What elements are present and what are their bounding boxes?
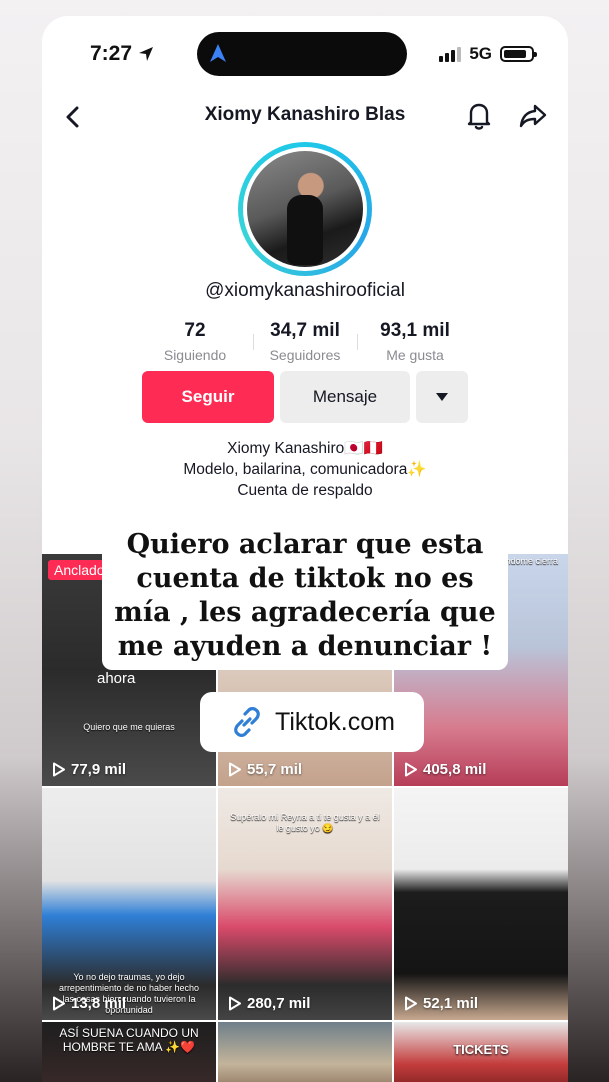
view-count-text: 280,7 mil bbox=[247, 995, 311, 1012]
video-label: ahora bbox=[97, 670, 136, 687]
link-icon bbox=[234, 707, 260, 737]
view-count-text: 52,1 mil bbox=[423, 995, 479, 1012]
stat-divider bbox=[253, 334, 254, 350]
video-caption: ASÍ SUENA CUANDO UN HOMBRE TE AMA ✨❤️ bbox=[59, 1026, 199, 1054]
bio-line-name: Xiomy Kanashiro🇯🇵🇵🇪 bbox=[227, 440, 383, 457]
view-count: 55,7 mil bbox=[228, 761, 302, 778]
status-indicators: 5G bbox=[439, 44, 537, 64]
bell-icon[interactable] bbox=[464, 100, 494, 132]
bio-line-description: Modelo, bailarina, comunicadora✨ bbox=[183, 461, 427, 478]
share-icon[interactable] bbox=[518, 100, 548, 132]
view-count-text: 77,9 mil bbox=[71, 761, 127, 778]
signal-icon bbox=[439, 46, 462, 62]
stat-likes[interactable]: 93,1 mil Me gusta bbox=[365, 320, 465, 363]
caret-down-icon bbox=[436, 393, 448, 401]
stat-divider bbox=[357, 334, 358, 350]
time-text: 7:27 bbox=[90, 42, 133, 65]
video-tile[interactable] bbox=[218, 1022, 392, 1082]
status-time: 7:27 bbox=[90, 42, 154, 66]
more-options-button[interactable] bbox=[416, 371, 468, 423]
avatar-ring[interactable] bbox=[238, 142, 372, 276]
avatar bbox=[247, 151, 363, 267]
view-count: 77,9 mil bbox=[52, 761, 126, 778]
network-label: 5G bbox=[469, 44, 492, 63]
profile-bio: Xiomy Kanashiro🇯🇵🇵🇪 Modelo, bailarina, c… bbox=[42, 438, 568, 501]
follow-button[interactable]: Seguir bbox=[142, 371, 274, 423]
stat-followers[interactable]: 34,7 mil Seguidores bbox=[255, 320, 355, 363]
message-button[interactable]: Mensaje bbox=[280, 371, 410, 423]
dynamic-island bbox=[197, 32, 407, 76]
video-tile[interactable]: Yo no dejo traumas, yo dejo arrepentimie… bbox=[42, 788, 216, 1020]
profile-header: Xiomy Kanashiro Blas bbox=[42, 96, 568, 136]
play-icon bbox=[229, 996, 241, 1011]
video-caption: TICKETS bbox=[453, 1042, 509, 1057]
play-icon bbox=[405, 762, 417, 777]
link-text: Tiktok.com bbox=[275, 707, 395, 736]
play-icon bbox=[53, 762, 65, 777]
view-count: 280,7 mil bbox=[228, 995, 310, 1012]
navigation-arrow-icon bbox=[210, 44, 226, 62]
link-sticker[interactable]: Tiktok.com bbox=[200, 692, 424, 752]
battery-icon bbox=[500, 46, 537, 62]
story-text-overlay: Quiero aclarar que esta cuenta de tiktok… bbox=[102, 520, 508, 670]
bio-line-note: Cuenta de respaldo bbox=[237, 482, 373, 499]
followers-label: Seguidores bbox=[269, 347, 341, 363]
video-tile[interactable]: TICKETS bbox=[394, 1022, 568, 1082]
view-count: 13,8 mil bbox=[52, 995, 126, 1012]
video-tile[interactable]: Supéralo mi Reyna a ti te gusta y a él l… bbox=[218, 788, 392, 1020]
profile-stats: 72 Siguiendo 34,7 mil Seguidores 93,1 mi… bbox=[145, 320, 465, 363]
play-icon bbox=[53, 996, 65, 1011]
profile-handle: @xiomykanashirooficial bbox=[205, 280, 405, 301]
stat-following[interactable]: 72 Siguiendo bbox=[145, 320, 245, 363]
play-icon bbox=[229, 762, 241, 777]
status-bar: 7:27 5G bbox=[42, 16, 568, 94]
view-count: 405,8 mil bbox=[404, 761, 486, 778]
view-count-text: 405,8 mil bbox=[423, 761, 487, 778]
followers-count: 34,7 mil bbox=[270, 320, 340, 341]
view-count: 52,1 mil bbox=[404, 995, 478, 1012]
play-icon bbox=[405, 996, 417, 1011]
video-caption: Quiero que me quieras bbox=[83, 722, 175, 732]
likes-count: 93,1 mil bbox=[380, 320, 450, 341]
following-label: Siguiendo bbox=[163, 347, 227, 363]
likes-label: Me gusta bbox=[386, 347, 444, 363]
video-tile[interactable]: ASÍ SUENA CUANDO UN HOMBRE TE AMA ✨❤️ bbox=[42, 1022, 216, 1082]
following-count: 72 bbox=[184, 320, 206, 341]
view-count-text: 55,7 mil bbox=[247, 761, 303, 778]
video-tile[interactable]: 52,1 mil bbox=[394, 788, 568, 1020]
location-arrow-icon bbox=[139, 47, 154, 61]
view-count-text: 13,8 mil bbox=[71, 995, 127, 1012]
video-caption: Supéralo mi Reyna a ti te gusta y a él l… bbox=[230, 812, 380, 833]
phone-screen: 7:27 5G Xiomy Kanashiro Blas @xiomykanas… bbox=[42, 16, 568, 1082]
